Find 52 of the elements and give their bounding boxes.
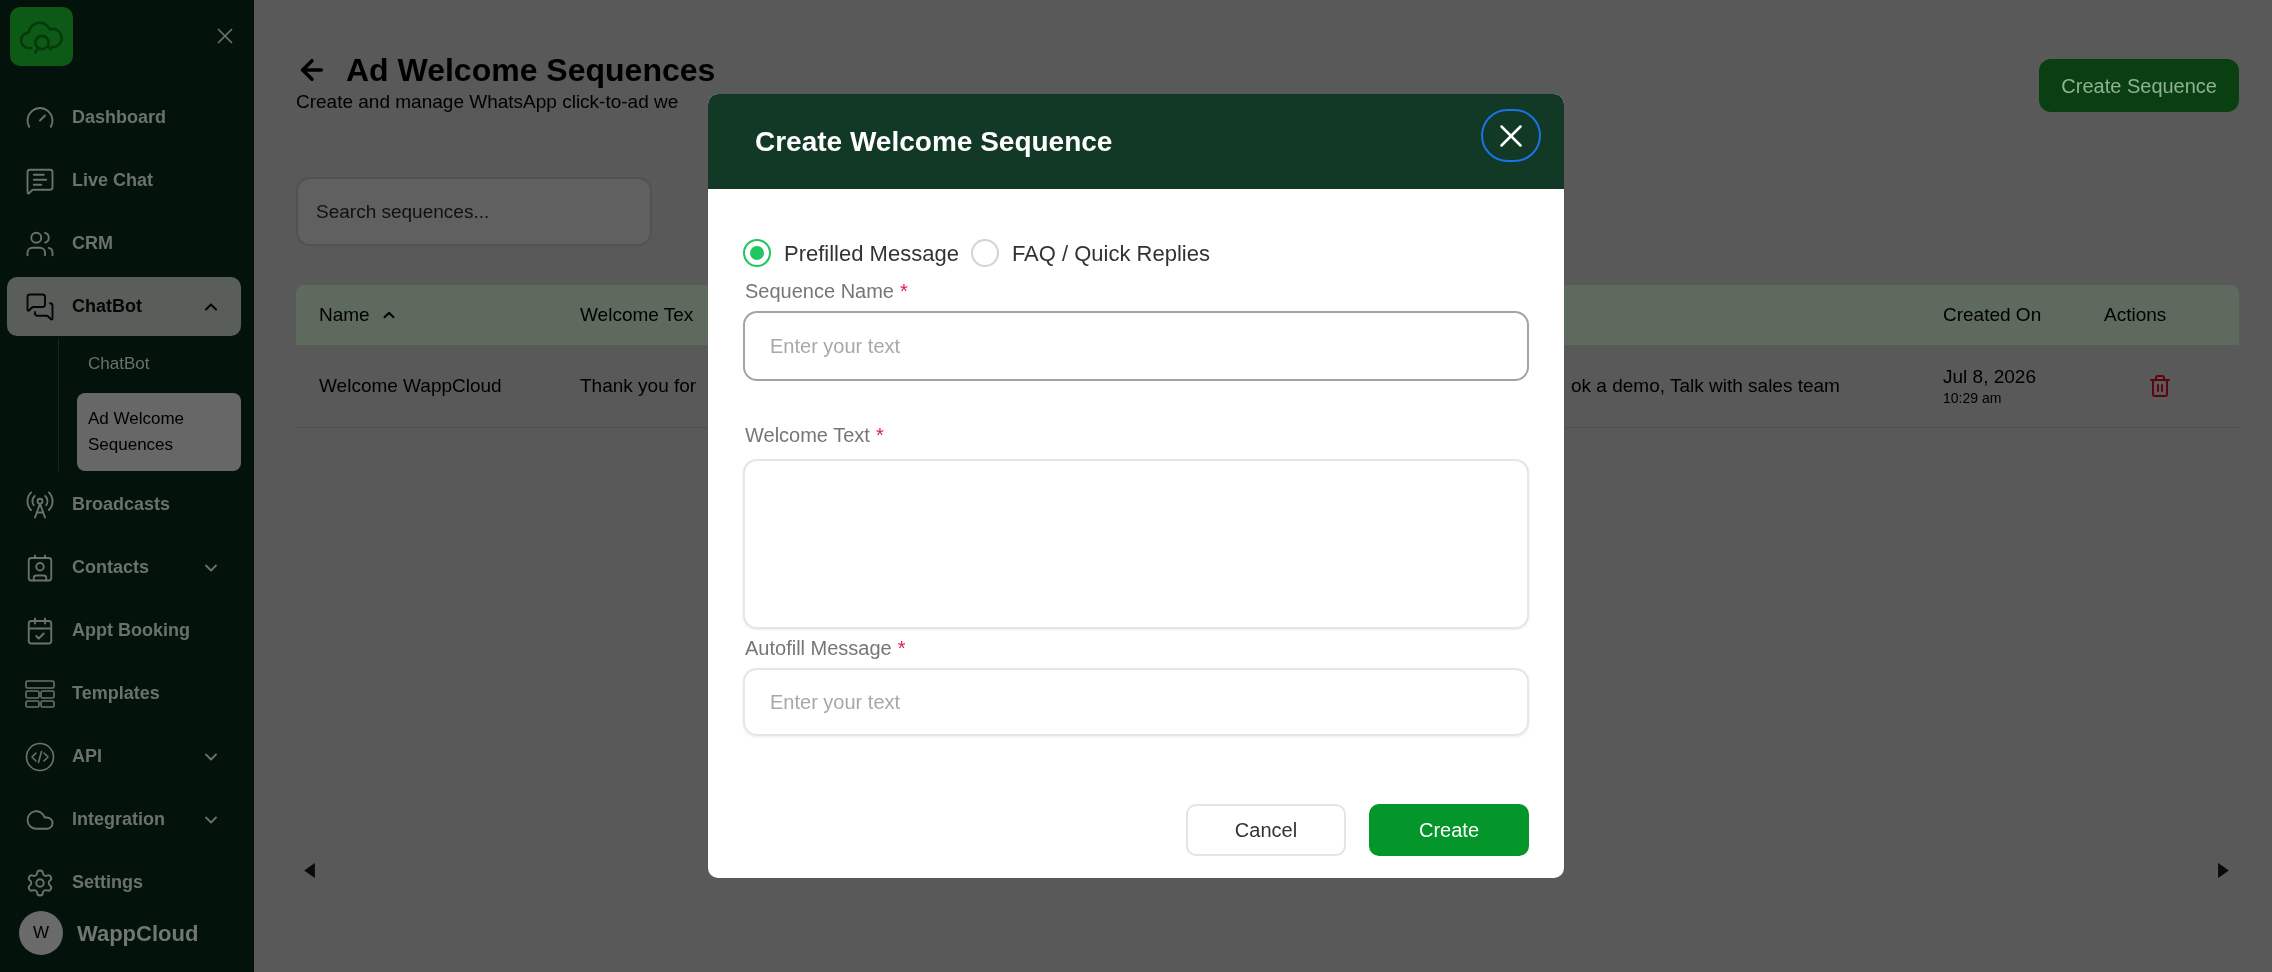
input-field[interactable]: Enter your text [743,311,1529,381]
close-button[interactable] [1481,109,1541,162]
trash-icon[interactable] [2148,374,2172,398]
radio-option[interactable]: FAQ / Quick Replies [970,236,1210,270]
field-label: Sequence Name * [744,279,909,303]
cancel-button[interactable]: Cancel [1186,804,1346,856]
search-field[interactable]: Search sequences... [296,177,652,246]
user-name: WappCloud [77,919,199,948]
triangle-right-icon[interactable] [2218,863,2229,878]
sidebar-item[interactable]: Dashboard [7,88,241,147]
sidebar-item[interactable]: Templates [7,664,241,723]
field-label: Welcome Text * [744,423,885,447]
sidebar-item[interactable]: Live Chat [7,151,241,210]
cloud-logo-icon[interactable] [10,7,73,66]
sidebar-subitem[interactable]: ChatBot [77,338,241,390]
time-label: 10:29 am [1943,389,2003,407]
page-title: Ad Welcome Sequences [346,51,716,90]
create-button[interactable]: Create [1369,804,1529,856]
layout-grid-icon [25,678,55,709]
table-cell: Welcome WappCloud [319,374,502,396]
contact-card-icon [25,552,55,583]
code-icon [25,741,55,772]
column-header[interactable]: Name [319,300,370,330]
create-sequence-button[interactable]: Create Sequence [2039,59,2239,112]
radio-icon[interactable] [743,239,771,267]
column-header: Welcome Tex [580,302,694,327]
settings-icon [25,867,55,898]
table-cell-text: Jul 8, 2026 [1943,365,2037,389]
sidebar-item[interactable]: CRM [7,214,241,273]
column-header: Created On [1943,302,2042,327]
column-header: Actions [2104,302,2167,327]
radio-tower-icon [25,489,55,520]
sidebar-item[interactable]: Appt Booking [7,601,241,660]
sidebar-item[interactable]: Contacts [7,538,241,597]
sidebar-item[interactable]: ChatBot [7,277,241,336]
table-cell: Thank you for [580,374,697,396]
sidebar-item[interactable]: Integration [7,790,241,849]
radio-icon[interactable] [970,239,999,267]
dialog-title: Create Welcome Sequence [755,125,1113,159]
triangle-left-icon[interactable] [304,863,315,878]
radio-option[interactable]: Prefilled Message [743,236,959,270]
avatar: W [19,911,63,955]
page-subtitle: Create and manage WhatsApp click-to-ad we [296,90,680,114]
field-label: Autofill Message * [744,636,907,660]
sidebar-item[interactable]: API [7,727,241,786]
calendar-check-icon [25,615,55,646]
table-cell: ok a demo, Talk with sales team [1571,374,1840,396]
sidebar-subitem[interactable]: Ad Welcome Sequences [77,393,241,471]
sidebar-item[interactable]: Settings [7,853,241,912]
sidebar-item[interactable]: Broadcasts [7,475,241,534]
textarea-field[interactable] [743,459,1529,629]
chat-bubbles-icon [25,291,55,322]
